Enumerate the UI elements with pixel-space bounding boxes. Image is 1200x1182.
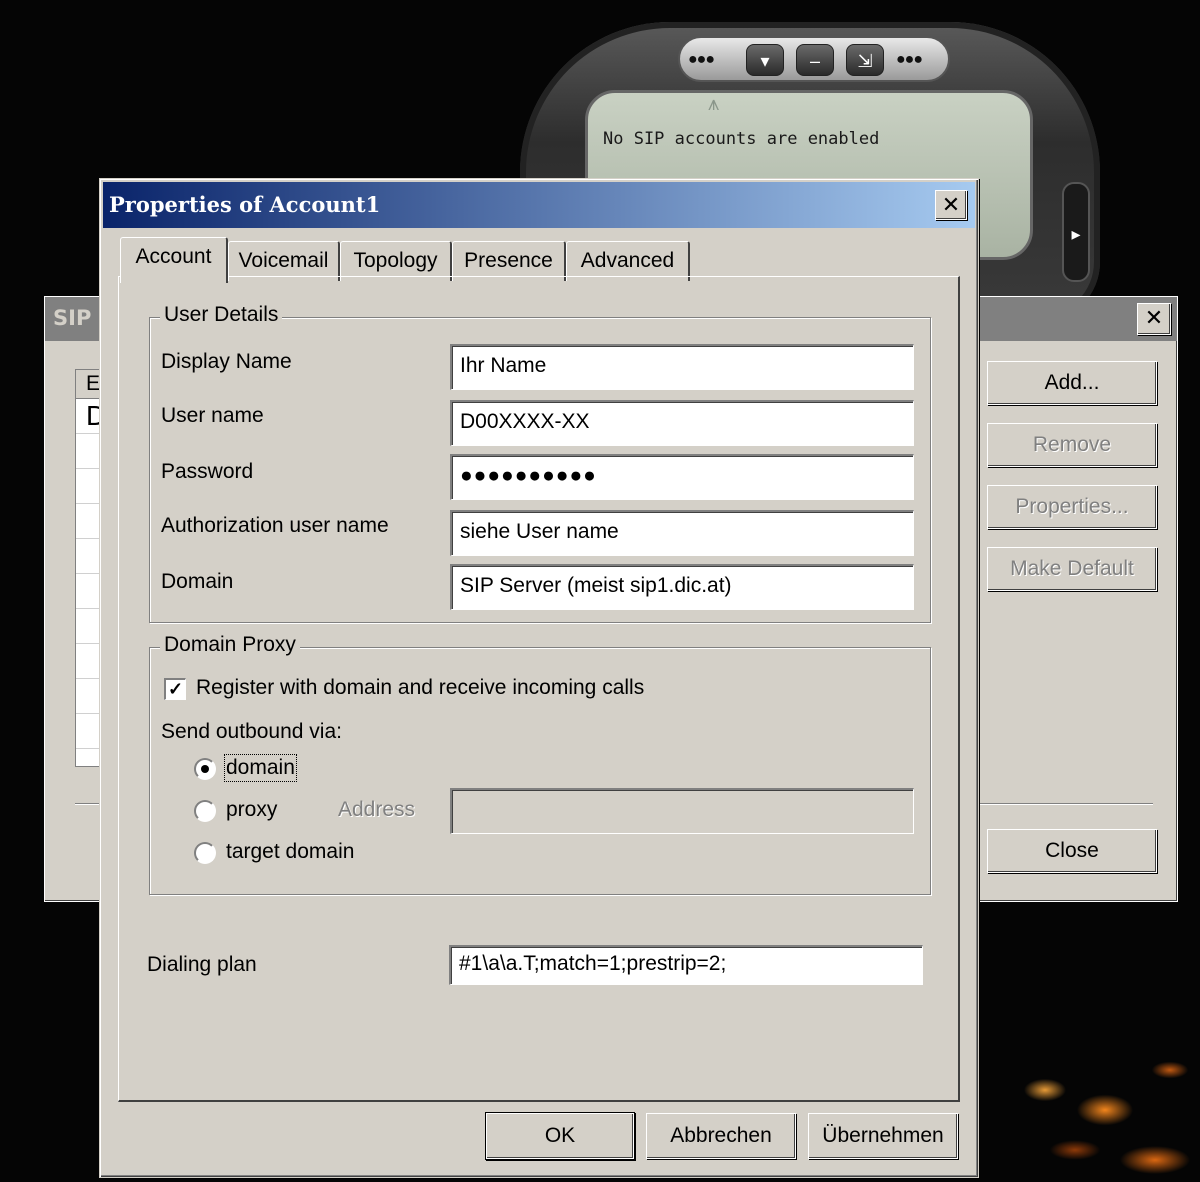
user-details-legend: User Details	[160, 303, 283, 327]
outbound-domain-radio[interactable]	[194, 758, 216, 780]
dialog-close-button[interactable]: ✕	[935, 190, 967, 220]
domain-proxy-group: Domain Proxy ✓ Register with domain and …	[149, 633, 931, 895]
outbound-target-domain-radio[interactable]	[194, 842, 216, 864]
add-account-button[interactable]: Add...	[987, 361, 1157, 405]
tab-presence[interactable]: Presence	[452, 241, 566, 281]
tab-topology[interactable]: Topology	[340, 241, 452, 281]
account-properties-button[interactable]: Properties...	[987, 485, 1157, 529]
tab-voicemail[interactable]: Voicemail	[228, 241, 340, 281]
outbound-proxy-label[interactable]: proxy	[226, 798, 277, 822]
outbound-proxy-radio[interactable]	[194, 800, 216, 822]
outbound-domain-label[interactable]: domain	[224, 754, 297, 782]
remove-account-button[interactable]: Remove	[987, 423, 1157, 467]
dialing-plan-field[interactable]: #1\a\a.T;match=1;prestrip=2;	[449, 945, 923, 985]
sip-window-close-button[interactable]: ✕	[1137, 303, 1171, 335]
softphone-top-bar: ●●● ▾ – ⇲ ●●●	[678, 36, 950, 82]
user-name-label: User name	[161, 404, 264, 427]
domain-field[interactable]: SIP Server (meist sip1.dic.at)	[450, 564, 914, 610]
close-button[interactable]: Close	[987, 829, 1157, 873]
dialog-titlebar: Properties of Account1 ✕	[103, 182, 975, 228]
account-tab-panel: User Details Display Name Ihr Name User …	[118, 276, 960, 1102]
dialog-title: Properties of Account1	[109, 192, 381, 217]
register-label[interactable]: Register with domain and receive incomin…	[196, 676, 644, 700]
authorization-user-name-label: Authorization user name	[161, 514, 389, 537]
password-label: Password	[161, 460, 254, 483]
proxy-address-label: Address	[338, 798, 416, 821]
password-field[interactable]: ●●●●●●●●●●	[450, 454, 914, 500]
phone-dropdown-button[interactable]: ▾	[746, 44, 784, 76]
domain-label: Domain	[161, 570, 234, 593]
dialing-plan-label: Dialing plan	[147, 953, 257, 976]
apply-button[interactable]: Übernehmen	[808, 1113, 958, 1159]
user-details-group: User Details Display Name Ihr Name User …	[149, 303, 931, 623]
phone-minimize-button[interactable]: –	[796, 44, 834, 76]
outbound-target-domain-label[interactable]: target domain	[226, 840, 354, 864]
display-name-label: Display Name	[161, 350, 292, 373]
register-checkbox[interactable]: ✓	[164, 678, 186, 700]
proxy-address-field[interactable]	[450, 788, 914, 834]
phone-status-text: No SIP accounts are enabled	[603, 129, 880, 149]
tab-account[interactable]: Account	[120, 237, 228, 283]
dots-left-icon: ●●●	[688, 51, 715, 68]
phone-logo-icon: ⩚	[708, 93, 720, 115]
sip-window-title: SIP	[53, 306, 92, 330]
make-default-button[interactable]: Make Default	[987, 547, 1157, 591]
background-fire	[985, 960, 1200, 1182]
ok-button[interactable]: OK	[486, 1113, 634, 1159]
domain-proxy-legend: Domain Proxy	[160, 633, 300, 657]
user-name-field[interactable]: D00XXXX-XX	[450, 400, 914, 446]
send-outbound-label: Send outbound via:	[161, 720, 342, 743]
phone-expand-button[interactable]: ▸	[1062, 182, 1090, 282]
cancel-button[interactable]: Abbrechen	[646, 1113, 796, 1159]
dots-right-icon: ●●●	[896, 51, 923, 68]
display-name-field[interactable]: Ihr Name	[450, 344, 914, 390]
tab-advanced[interactable]: Advanced	[566, 241, 690, 281]
authorization-user-name-field[interactable]: siehe User name	[450, 510, 914, 556]
phone-compact-button[interactable]: ⇲	[846, 44, 884, 76]
account-properties-dialog: Properties of Account1 ✕ Account Voicema…	[99, 178, 979, 1178]
